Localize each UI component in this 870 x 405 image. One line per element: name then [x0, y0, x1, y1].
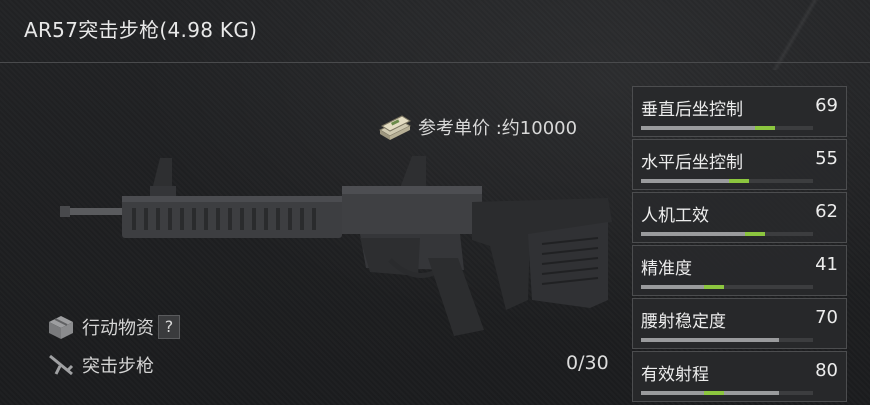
- stat-bar: [641, 391, 813, 395]
- stat-label: 精准度: [641, 259, 692, 279]
- stat-bar-fill: [641, 338, 779, 342]
- stat-row: 腰射稳定度 70: [632, 298, 847, 349]
- stat-bar: [641, 126, 813, 130]
- stat-bar: [641, 338, 813, 342]
- title-divider: [0, 62, 870, 63]
- category-rifle-label: 突击步枪: [82, 356, 154, 377]
- weapon-title: AR57突击步枪(4.98 KG): [24, 18, 258, 42]
- ammo-count: 0/30: [566, 352, 609, 374]
- stat-row: 垂直后坐控制 69: [632, 86, 847, 137]
- stat-value: 62: [815, 201, 838, 222]
- stat-row: 水平后坐控制 55: [632, 139, 847, 190]
- stat-label: 人机工效: [641, 206, 709, 226]
- stat-bar-fill: [641, 179, 736, 183]
- stat-bar: [641, 285, 813, 289]
- category-supplies-label: 行动物资: [82, 318, 154, 339]
- stat-bar-marker: [755, 126, 775, 130]
- money-stack-icon: [378, 115, 412, 140]
- rifle-image: [60, 156, 612, 336]
- stat-bar-fill: [641, 126, 760, 130]
- stat-bar-fill: [641, 232, 748, 236]
- reference-price: 参考单价 :约10000: [376, 112, 577, 142]
- stat-label: 水平后坐控制: [641, 153, 743, 173]
- stat-value: 80: [815, 360, 838, 381]
- stat-bar-marker: [745, 232, 765, 236]
- stats-panel: 垂直后坐控制 69 水平后坐控制 55 人机工效 62 精准度 41 腰射稳定度 70 有效射程 80: [632, 86, 847, 403]
- stat-value: 41: [815, 254, 838, 275]
- stat-bar: [641, 232, 813, 236]
- supply-crate-icon: [49, 316, 73, 339]
- stat-value: 70: [815, 307, 838, 328]
- stat-row: 人机工效 62: [632, 192, 847, 243]
- stat-label: 有效射程: [641, 365, 709, 385]
- stat-label: 垂直后坐控制: [641, 100, 743, 120]
- stat-bar: [641, 179, 813, 183]
- stat-row: 有效射程 80: [632, 351, 847, 402]
- stat-bar-fill: [641, 285, 712, 289]
- stat-value: 69: [815, 95, 838, 116]
- stat-label: 腰射稳定度: [641, 312, 726, 332]
- stat-bar-marker: [704, 285, 724, 289]
- stat-row: 精准度 41: [632, 245, 847, 296]
- stat-bar-marker: [729, 179, 749, 183]
- corner-diagonal-decoration: [720, 0, 870, 70]
- category-supplies-row: 行动物资 ?: [46, 314, 180, 340]
- category-rifle-row: 突击步枪: [46, 352, 154, 378]
- stat-value: 55: [815, 148, 838, 169]
- help-button[interactable]: ?: [158, 315, 180, 339]
- reference-price-label: 参考单价 :约10000: [418, 118, 578, 139]
- stat-bar-marker: [704, 391, 724, 395]
- rifle-icon: [49, 354, 74, 376]
